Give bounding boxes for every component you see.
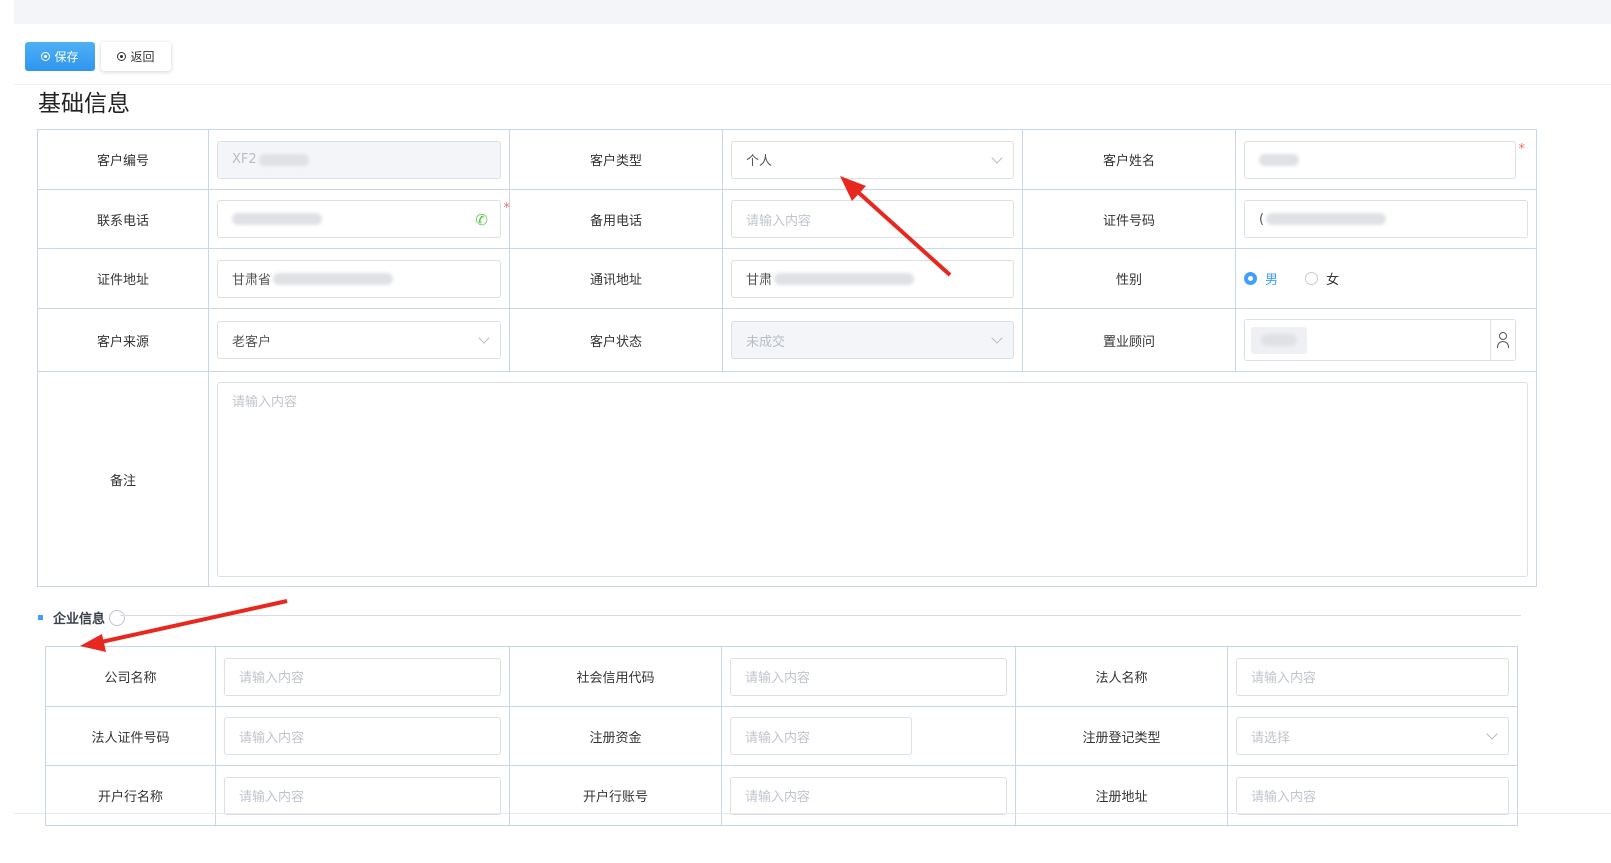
annotation-arrow-1 — [840, 176, 952, 277]
annotation-arrows — [80, 176, 952, 652]
annotation-arrow-2 — [80, 599, 288, 652]
